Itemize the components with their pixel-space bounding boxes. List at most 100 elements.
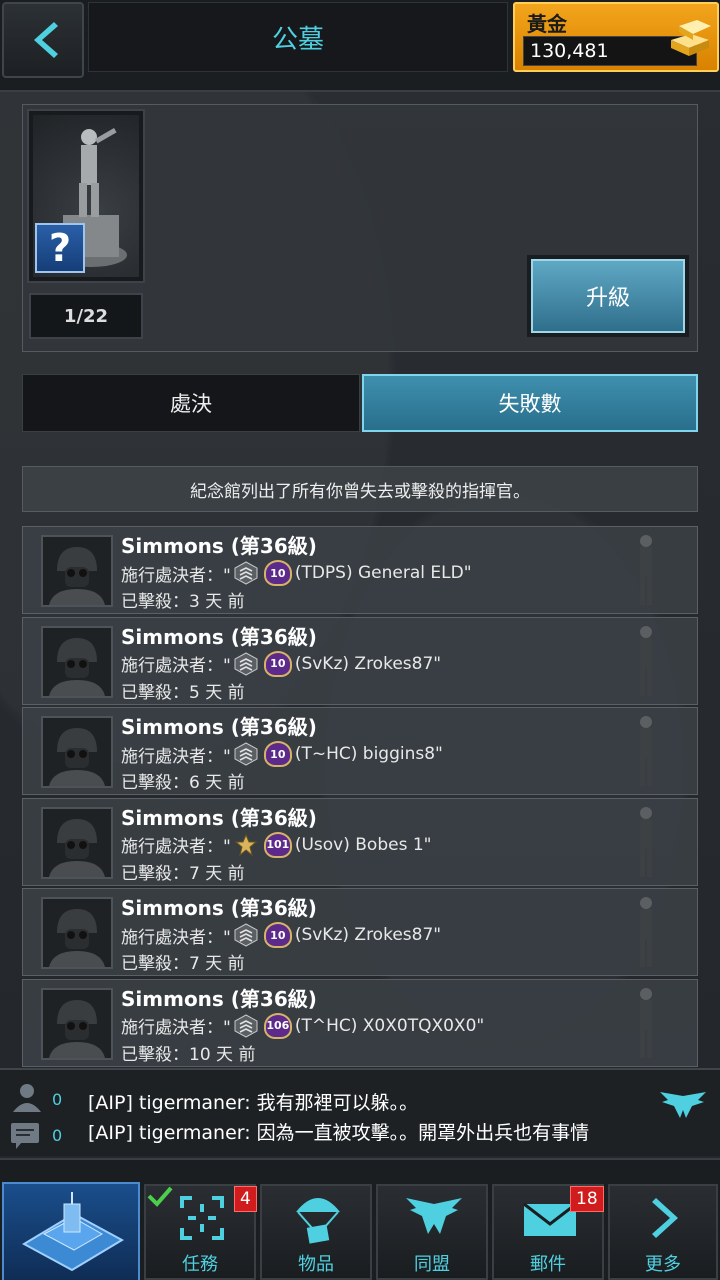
sergeant-rank-icon — [234, 923, 258, 947]
question-icon[interactable]: ? — [35, 223, 85, 273]
executor-line: 施行處決者：" 10 (SvKz) Zrokes87" — [121, 650, 442, 677]
info-text: 紀念館列出了所有你曾失去或擊殺的指揮官。 — [22, 466, 698, 512]
nav-alliance[interactable]: 同盟 — [376, 1184, 488, 1280]
upgrade-button[interactable]: 升級 — [531, 259, 685, 333]
nav-more[interactable]: 更多 — [608, 1184, 718, 1280]
soldier-avatar — [41, 535, 113, 607]
commander-name: Simmons (第36級) — [121, 896, 317, 920]
base-building-icon — [21, 1192, 125, 1272]
sergeant-rank-icon — [234, 1013, 258, 1038]
message-count: 0 — [52, 1126, 63, 1145]
killed-time: 已擊殺：7 天 前 — [121, 863, 245, 884]
nav-items-label: 物品 — [298, 1254, 334, 1275]
executor-name: (TDPS) General ELD" — [294, 563, 472, 583]
statue-frame: ? — [27, 109, 145, 283]
killed-time: 已擊殺：3 天 前 — [121, 592, 245, 612]
list-item[interactable]: Simmons (第36級) 施行處決者：" 106 (T^HC) X0X0TQX0X… — [22, 978, 698, 1067]
level-badge: 106 — [263, 1012, 292, 1039]
executor-name: (SvKz) Zrokes87" — [294, 925, 442, 945]
chat-bar[interactable]: 0 0 [AIP] tigermaner: 我有那裡可以躲。。 [AIP] ti… — [0, 1068, 720, 1156]
base-button[interactable] — [2, 1182, 140, 1280]
executor-line: 施行處決者：" 10 (TDPS) General ELD" — [121, 560, 472, 586]
gold-balance[interactable]: 黃金 130,481 — [513, 2, 719, 72]
soldier-avatar — [41, 987, 113, 1060]
list-item[interactable]: Simmons (第36級) 施行處決者：" 101 (Usov) Bobes 1" 已… — [22, 797, 698, 886]
checkmark-icon — [147, 1186, 173, 1207]
soldier-figure-icon — [640, 535, 652, 605]
message-icon — [11, 1123, 39, 1149]
executor-line: 施行處決者：" 106 (T^HC) X0X0TQX0X0" — [121, 1012, 485, 1039]
missions-badge: 4 — [234, 1186, 257, 1212]
executor-prefix: 施行處決者：" — [121, 746, 231, 767]
alliance-chat-icon[interactable] — [660, 1090, 706, 1120]
soldier-avatar — [41, 625, 113, 698]
person-icon — [13, 1084, 41, 1112]
chevron-right-icon — [652, 1198, 678, 1238]
executor-line: 施行處決者：" 10 (SvKz) Zrokes87" — [121, 922, 441, 948]
commander-name: Simmons (第36級) — [121, 534, 317, 558]
executor-name: (T^HC) X0X0TQX0X0" — [294, 1015, 485, 1036]
eagle-icon — [406, 1198, 462, 1234]
chat-message: [AIP] tigermaner: 因為一直被攻擊。。開罩外出兵也有事情 — [88, 1122, 590, 1144]
crosshair-icon — [180, 1196, 224, 1240]
nav-missions[interactable]: 4 任務 — [144, 1184, 257, 1280]
commander-name: Simmons (第36級) — [121, 986, 317, 1011]
statue-panel: ? 1/22 升級 — [22, 104, 698, 352]
airdrop-icon — [296, 1198, 340, 1244]
nav-mail-label: 郵件 — [530, 1254, 566, 1275]
soldier-figure-icon — [640, 806, 652, 877]
level-badge: 101 — [263, 831, 292, 858]
sergeant-rank-icon — [234, 742, 258, 766]
soldier-figure-icon — [640, 625, 652, 696]
level-badge: 10 — [263, 741, 292, 767]
mail-badge: 18 — [570, 1186, 604, 1212]
gold-label: 黃金 — [527, 12, 567, 36]
gold-bars-icon — [671, 20, 711, 56]
executor-prefix: 施行處決者：" — [121, 565, 231, 586]
back-button[interactable] — [2, 2, 84, 78]
executor-prefix: 施行處決者：" — [121, 927, 231, 948]
chat-message: [AIP] tigermaner: 我有那裡可以躲。。 — [88, 1092, 419, 1114]
executor-line: 施行處決者：" 10 (T~HC) biggins8" — [121, 741, 443, 767]
page-title: 公墓 — [88, 2, 508, 72]
nav-more-label: 更多 — [645, 1254, 681, 1275]
soldier-avatar — [41, 897, 113, 969]
list-item[interactable]: Simmons (第36級) 施行處決者：" 10 (SvKz) Zrokes87" 已… — [22, 888, 698, 976]
level-badge: 10 — [263, 922, 292, 948]
commander-name: Simmons (第36級) — [121, 624, 317, 649]
star-rank-icon — [234, 833, 258, 856]
list-item[interactable]: Simmons (第36級) 施行處決者：" 10 (T~HC) biggins8" 已… — [22, 707, 698, 795]
executor-name: (T~HC) biggins8" — [294, 744, 443, 764]
soldier-figure-icon — [640, 897, 652, 967]
killed-time: 已擊殺：7 天 前 — [121, 954, 245, 974]
executor-name: (SvKz) Zrokes87" — [294, 653, 442, 674]
nav-missions-label: 任務 — [182, 1254, 218, 1275]
executor-prefix: 施行處決者：" — [121, 656, 231, 676]
statue-progress: 1/22 — [29, 293, 143, 339]
level-badge: 10 — [263, 650, 292, 677]
executor-prefix: 施行處決者：" — [121, 837, 231, 857]
list-item[interactable]: Simmons (第36級) 施行處決者：" 10 (SvKz) Zrokes87" 已… — [22, 616, 698, 705]
commander-name: Simmons (第36級) — [121, 805, 317, 830]
executor-line: 施行處決者：" 101 (Usov) Bobes 1" — [121, 831, 432, 858]
killed-time: 已擊殺：6 天 前 — [121, 773, 245, 793]
nav-items[interactable]: 物品 — [260, 1184, 372, 1280]
executor-prefix: 施行處決者：" — [121, 1018, 231, 1038]
soldier-figure-icon — [640, 987, 652, 1058]
list-item[interactable]: Simmons (第36級) 施行處決者：" 10 (TDPS) General EL… — [22, 526, 698, 614]
killed-time: 已擊殺：5 天 前 — [121, 682, 245, 703]
header-bar: 公墓 黃金 130,481 — [0, 0, 720, 92]
nav-mail[interactable]: 18 郵件 — [492, 1184, 604, 1280]
bottom-navigation: 4 任務 物品 同盟 18 郵件 更多 — [0, 1158, 720, 1280]
tab-defeats[interactable]: 失敗數 — [362, 374, 698, 432]
executor-name: (Usov) Bobes 1" — [294, 834, 432, 855]
back-arrow-icon — [34, 22, 58, 58]
soldier-avatar — [41, 716, 113, 788]
nav-alliance-label: 同盟 — [414, 1254, 450, 1275]
gold-value: 130,481 — [530, 40, 609, 62]
killed-time: 已擊殺：10 天 前 — [121, 1044, 256, 1065]
sergeant-rank-icon — [234, 561, 258, 585]
commander-name: Simmons (第36級) — [121, 715, 317, 739]
tab-executions[interactable]: 處決 — [22, 374, 360, 432]
soldier-figure-icon — [640, 716, 652, 786]
